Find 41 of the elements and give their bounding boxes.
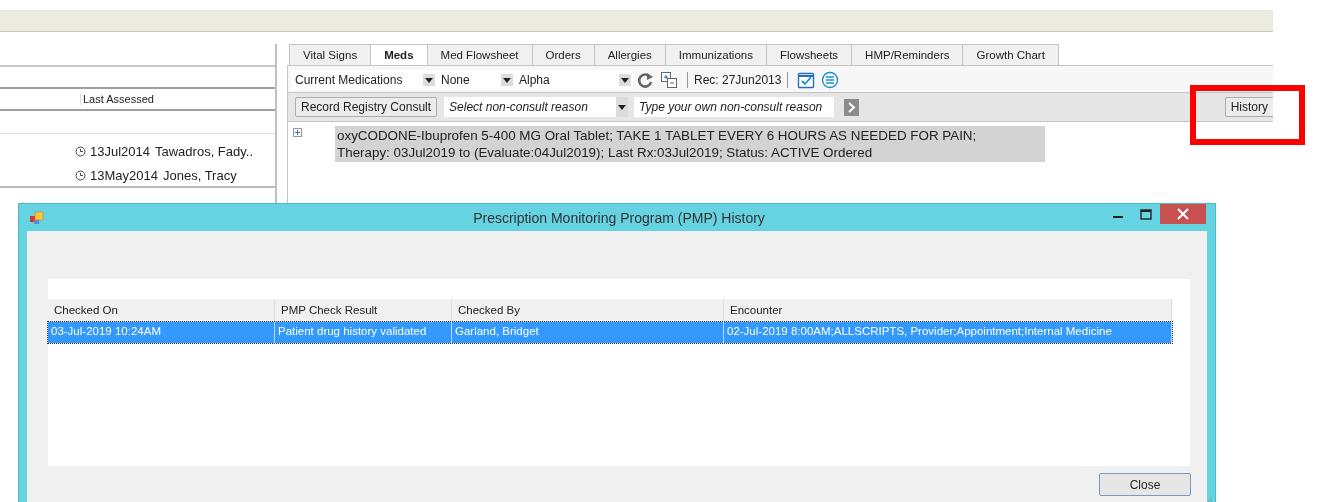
tab[interactable]: Flowsheets [765, 44, 853, 65]
tab[interactable]: Vital Signs [289, 44, 372, 65]
refresh-icon[interactable] [636, 71, 654, 89]
arrow-button-icon[interactable] [844, 98, 860, 116]
expand-collapse-icon[interactable] [660, 71, 678, 89]
tab[interactable]: Med Flowsheet [426, 44, 533, 65]
expand-icon[interactable] [293, 128, 302, 137]
table-cell: 02-Jul-2019 8:00AM;ALLSCRIPTS, Provider;Appointment;Internal Medicine [724, 322, 1172, 343]
assessed-date: 13Jul2014 [90, 143, 150, 159]
medication-entry[interactable]: oxyCODONE-Ibuprofen 5-400 MG Oral Tablet; TAKE 1 TABLET EVERY 6 HOURS AS NEEDED FOR PAIN; Therapy: 03Jul2019 to (Evaluate:04Jul2019); Last Rx:03Jul2019; Status: ACTIVE Ordered [335, 126, 1045, 162]
caret-icon [501, 74, 513, 86]
tab[interactable]: HMP/Reminders [851, 44, 964, 65]
caret-icon [423, 74, 435, 86]
app-icon [28, 209, 44, 226]
dropdown[interactable]: Current Medications [291, 70, 437, 90]
table-cell: Patient drug history validated [275, 322, 452, 343]
assessed-date: 13May2014 [90, 167, 158, 183]
tab[interactable]: Allergies [593, 44, 666, 65]
dropdown[interactable]: None [437, 70, 515, 90]
tab[interactable]: Growth Chart [962, 44, 1059, 65]
history-button[interactable]: History [1224, 97, 1273, 117]
assessor-name: Jones, Tracy [162, 167, 237, 183]
consult-button[interactable]: Record Registry Consult [295, 97, 438, 117]
tab[interactable]: Orders [531, 44, 595, 65]
reason-select[interactable]: Select non-consult reason [444, 97, 629, 117]
window-title: Prescription Monitoring Program (PMP) History [472, 209, 766, 226]
list-icon[interactable] [821, 71, 840, 89]
calendar-check-icon[interactable] [797, 71, 816, 89]
table-cell: 03-Jul-2019 10:24AM [48, 322, 275, 343]
table-cell: Garland, Bridget [452, 322, 724, 343]
close-icon[interactable] [1160, 204, 1206, 224]
reason-input[interactable]: Type your own non-consult reason [634, 97, 835, 117]
record-date: Rec: 27Jun2013 [694, 73, 782, 87]
assessor-name: Tawadros, Fady.. [155, 143, 254, 159]
dropdown[interactable]: Alpha [515, 70, 633, 90]
tab[interactable]: Immunizations [664, 44, 767, 65]
clock-icon [75, 169, 86, 181]
column-header: Last Assessed [80, 93, 154, 105]
clock-icon [75, 145, 86, 157]
caret-icon [619, 74, 631, 86]
close-button[interactable]: Close [1099, 473, 1191, 496]
